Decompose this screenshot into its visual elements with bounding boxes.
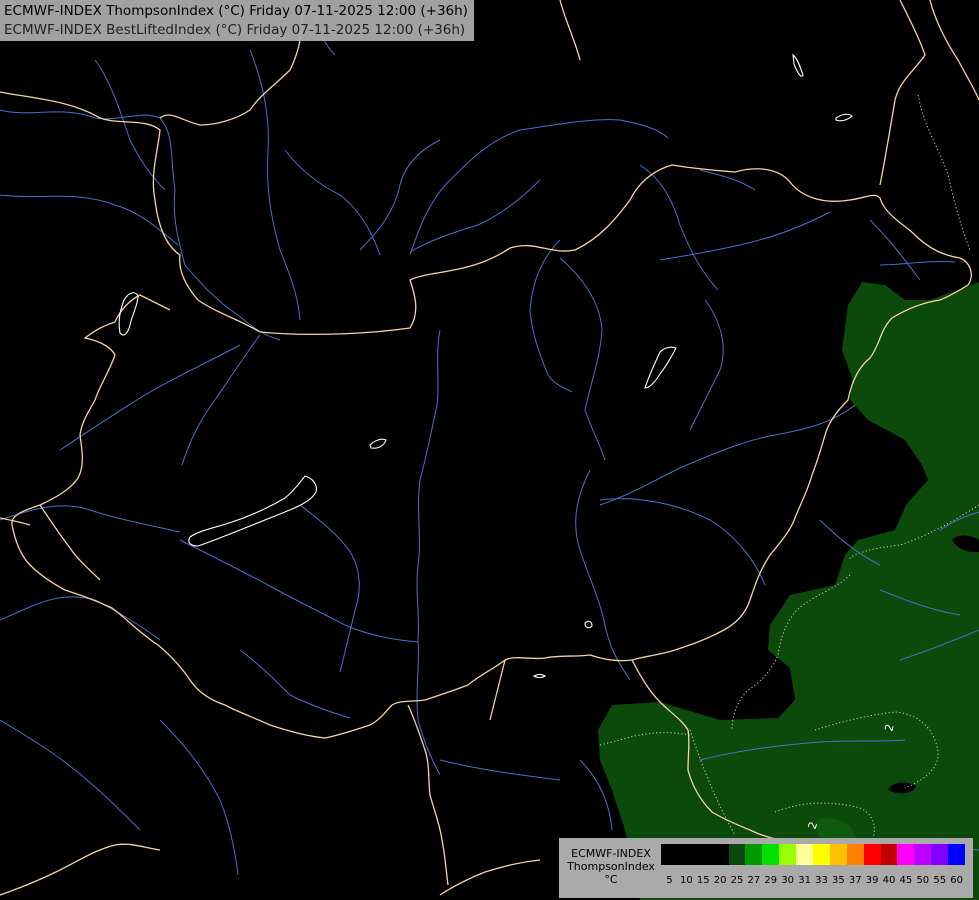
legend-tick-label: 25 (730, 875, 744, 886)
legend-swatch (779, 844, 797, 865)
legend-swatch (914, 844, 932, 865)
legend-tick-label: 15 (696, 875, 710, 886)
legend-tick-label: 10 (679, 875, 693, 886)
legend-swatch (745, 844, 763, 865)
legend-swatch (931, 844, 949, 865)
legend-swatch (846, 844, 864, 865)
legend-tick-label: 37 (848, 875, 862, 886)
legend-tick-label: 60 (950, 875, 963, 886)
legend-tick-label: 20 (713, 875, 727, 886)
legend-tick-label: 31 (798, 875, 811, 886)
legend-swatch (948, 844, 966, 865)
title-best-lifted-index: ECMWF-INDEX BestLiftedIndex (°C) Friday … (4, 22, 466, 38)
legend-swatch (796, 844, 814, 865)
title-thompson-index: ECMWF-INDEX ThompsonIndex (°C) Friday 07… (4, 3, 468, 19)
legend-swatch (728, 844, 746, 865)
legend-swatch (661, 844, 678, 865)
legend-tick-label: 30 (781, 875, 795, 886)
legend-swatch (880, 844, 898, 865)
legend-swatches (661, 844, 966, 865)
map-title: ECMWF-INDEX ThompsonIndex (°C) Friday 07… (0, 0, 474, 41)
legend-tick-label: 29 (764, 875, 778, 886)
legend-tick-label: 39 (865, 875, 879, 886)
legend-swatch (897, 844, 915, 865)
legend-swatch (762, 844, 780, 865)
legend-model: ECMWF-INDEX (571, 847, 651, 860)
legend-swatch (813, 844, 830, 865)
legend-swatch (829, 844, 847, 865)
legend-swatch (863, 844, 881, 865)
legend-tick-label: 40 (882, 875, 896, 886)
legend-parameter: ThompsonIndex (567, 860, 655, 873)
legend-swatch (677, 844, 695, 865)
weather-map: 2 2 (0, 0, 979, 900)
legend-tick-label: 45 (899, 875, 913, 886)
legend-title: ECMWF-INDEX ThompsonIndex °C (563, 847, 659, 886)
legend-tick-label: 33 (815, 875, 828, 886)
legend-tick-label: 5 (666, 875, 673, 886)
legend-tick-label: 35 (831, 875, 845, 886)
legend-swatch (694, 844, 712, 865)
legend-unit: °C (604, 873, 618, 886)
color-legend: ECMWF-INDEX ThompsonIndex °C 5 10 15 20 25 27… (559, 838, 973, 898)
legend-swatch (711, 844, 729, 865)
legend-tick-label: 27 (747, 875, 761, 886)
legend-ticks: 5 10 15 20 25 27 29 30 31 33 35 37 39 40 45 50 55 60 (661, 875, 965, 886)
legend-tick-label: 50 (916, 875, 930, 886)
legend-tick-label: 55 (933, 875, 947, 886)
